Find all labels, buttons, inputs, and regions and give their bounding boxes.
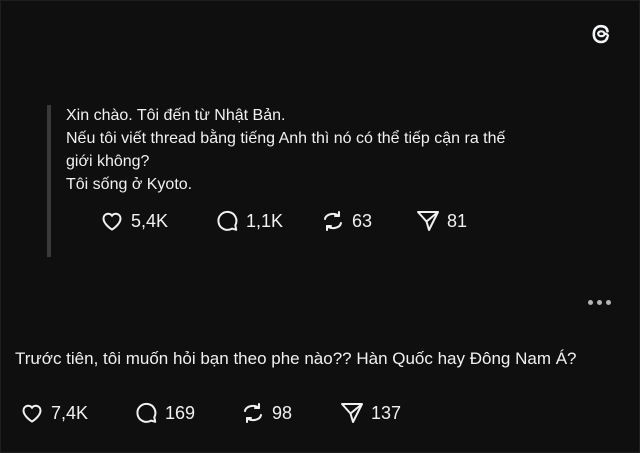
comment-icon [214, 208, 240, 234]
reply-count: 169 [165, 402, 196, 423]
quoted-post-actions: 5,4K 1,1K 63 81 [99, 208, 467, 234]
more-dot [588, 300, 593, 305]
quoted-line: Nếu tôi viết thread bằng tiếng Anh thì n… [66, 130, 506, 147]
quoted-line: giới không? [66, 153, 150, 170]
more-options-icon[interactable] [588, 300, 611, 305]
repost-button[interactable]: 98 [240, 400, 339, 426]
share-button[interactable]: 137 [339, 400, 401, 426]
like-count: 7,4K [51, 402, 89, 423]
reply-button[interactable]: 169 [133, 400, 240, 426]
quoted-line: Xin chào. Tôi đến từ Nhật Bản. [66, 107, 286, 124]
reply-post-text: Trước tiên, tôi muốn hỏi bạn theo phe nà… [15, 349, 577, 368]
reply-post-actions: 7,4K 169 98 137 [19, 400, 401, 426]
heart-icon [19, 400, 45, 426]
like-count: 5,4K [131, 210, 169, 231]
more-dot [606, 300, 611, 305]
repost-button[interactable]: 63 [320, 208, 415, 234]
quoted-post-text: Xin chào. Tôi đến từ Nhật Bản. Nếu tôi v… [66, 104, 566, 196]
repost-count: 98 [272, 402, 293, 423]
quoted-line: Tôi sống ở Kyoto. [66, 176, 193, 193]
more-dot [597, 300, 602, 305]
threads-logo-icon[interactable] [587, 20, 615, 48]
repost-icon [320, 208, 346, 234]
share-button[interactable]: 81 [415, 208, 467, 234]
reply-count: 1,1K [246, 210, 284, 231]
send-icon [415, 208, 441, 234]
repost-count: 63 [352, 210, 373, 231]
quote-bar [47, 105, 51, 257]
reply-button[interactable]: 1,1K [214, 208, 320, 234]
like-button[interactable]: 7,4K [19, 400, 133, 426]
like-button[interactable]: 5,4K [99, 208, 214, 234]
repost-icon [240, 400, 266, 426]
send-icon [339, 400, 365, 426]
heart-icon [99, 208, 125, 234]
share-count: 137 [371, 402, 402, 423]
share-count: 81 [447, 210, 468, 231]
comment-icon [133, 400, 159, 426]
